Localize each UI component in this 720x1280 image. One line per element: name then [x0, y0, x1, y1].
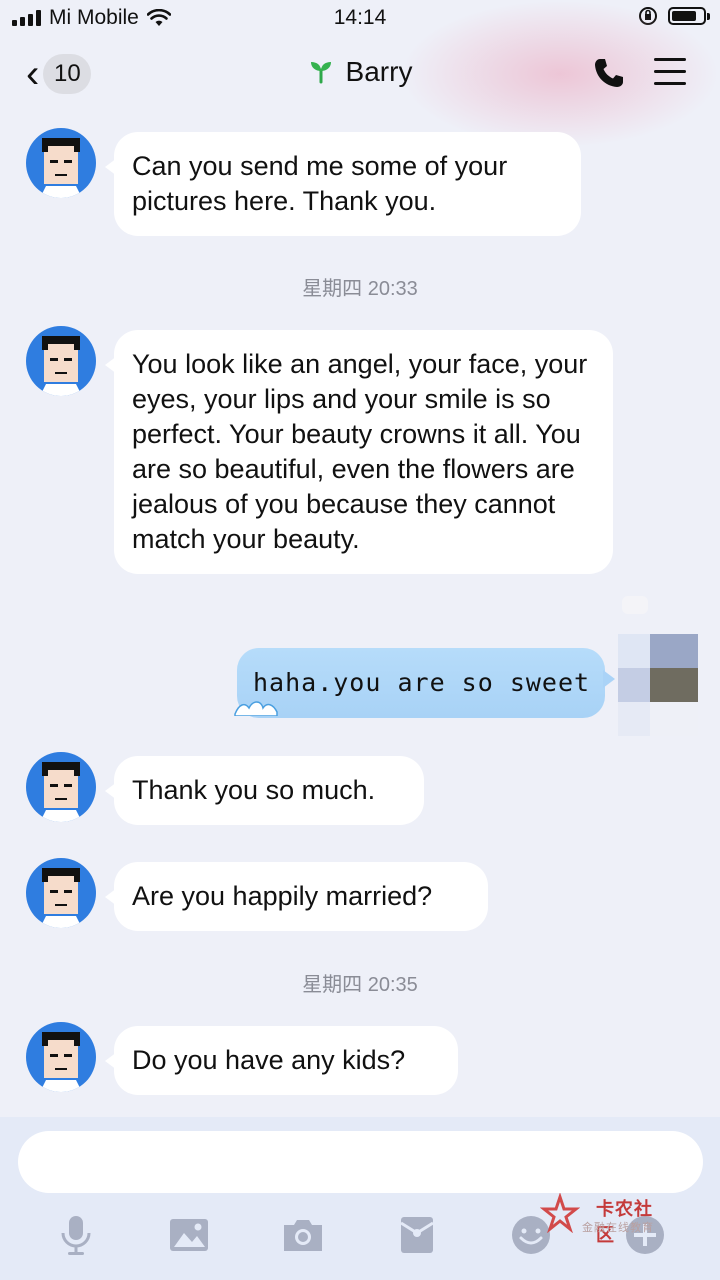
sent-message[interactable]: haha.you are so sweet: [234, 648, 615, 718]
avatar[interactable]: [26, 326, 96, 396]
watermark-logo-icon: [540, 1193, 580, 1233]
chat-header: ‹ 10 Barry: [0, 0, 720, 148]
contact-name: Barry: [345, 56, 413, 87]
received-message[interactable]: Are you happily married?: [105, 862, 488, 931]
avatar-face-icon: [40, 1032, 82, 1092]
timestamp: 星期四 20:35: [302, 974, 418, 996]
sent-message-text: haha.you are so sweet: [253, 668, 591, 697]
menu-button[interactable]: [654, 58, 686, 94]
avatar[interactable]: [26, 128, 96, 198]
input-bar: 卡农社区 金融在线教育: [0, 1117, 720, 1280]
microphone-icon[interactable]: [54, 1213, 98, 1257]
avatar[interactable]: [26, 752, 96, 822]
received-message[interactable]: Thank you so much.: [105, 756, 424, 825]
watermark: 卡农社区 金融在线教育: [540, 1193, 670, 1245]
avatar-face-icon: [40, 868, 82, 928]
received-message[interactable]: Do you have any kids?: [105, 1026, 458, 1095]
received-message[interactable]: Can you send me some of your pictures he…: [105, 132, 581, 236]
image-icon[interactable]: [167, 1213, 211, 1257]
avatar-face-icon: [40, 138, 82, 198]
message-input[interactable]: [18, 1131, 703, 1193]
timestamp: 星期四 20:33: [302, 278, 418, 300]
avatar-face-icon: [40, 762, 82, 822]
phone-icon[interactable]: [592, 56, 626, 90]
avatar[interactable]: [26, 858, 96, 928]
wave-icon: [234, 701, 278, 716]
avatar-face-icon: [40, 336, 82, 396]
avatar[interactable]: [26, 1022, 96, 1092]
watermark-subtitle: 金融在线教育: [582, 1222, 654, 1234]
camera-icon[interactable]: [281, 1213, 325, 1257]
received-message[interactable]: You look like an angel, your face, your …: [105, 330, 613, 574]
red-packet-icon[interactable]: [395, 1213, 439, 1257]
sprout-icon: [310, 62, 331, 84]
message-list[interactable]: Can you send me some of your pictures he…: [0, 112, 720, 1117]
